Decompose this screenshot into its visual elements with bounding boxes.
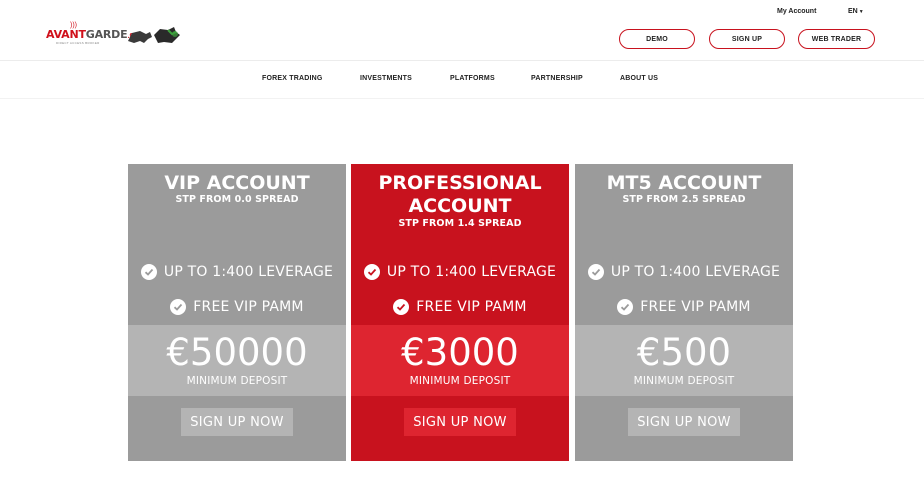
page: ))) AVANTGARDE.fx DIRECT ACCESS BROKER M… bbox=[0, 0, 924, 484]
feature-leverage: UP TO 1:400 LEVERAGE bbox=[351, 264, 569, 280]
vip-account-card: VIP ACCOUNT STP FROM 0.0 SPREAD UP TO 1:… bbox=[128, 164, 346, 461]
check-circle-icon bbox=[587, 264, 604, 280]
nav-item-investments[interactable]: INVESTMENTS bbox=[360, 75, 412, 82]
sign-up-button[interactable]: SIGN UP bbox=[709, 29, 785, 49]
price: €3000 bbox=[401, 331, 519, 374]
language-label: EN bbox=[848, 8, 858, 15]
feature-label: UP TO 1:400 LEVERAGE bbox=[386, 264, 557, 280]
my-account-link[interactable]: My Account bbox=[777, 8, 816, 15]
check-circle-icon bbox=[170, 299, 187, 315]
caret-down-icon: ▼ bbox=[858, 9, 864, 15]
sign-up-now-button[interactable]: SIGN UP NOW bbox=[181, 408, 293, 436]
mt5-account-card: MT5 ACCOUNT STP FROM 2.5 SPREAD UP TO 1:… bbox=[575, 164, 793, 461]
professional-account-card: PROFESSIONAL ACCOUNT STP FROM 1.4 SPREAD… bbox=[351, 164, 569, 461]
price-band: €50000 MINIMUM DEPOSIT bbox=[128, 325, 346, 396]
card-subtitle: STP FROM 2.5 SPREAD bbox=[622, 194, 746, 205]
bull-bear-icon bbox=[128, 27, 180, 43]
nav-item-forex-trading[interactable]: FOREX TRADING bbox=[262, 75, 323, 82]
nav-item-partnership[interactable]: PARTNERSHIP bbox=[531, 75, 583, 82]
feature-label: FREE VIP PAMM bbox=[193, 299, 304, 315]
nav-divider bbox=[0, 98, 924, 99]
sign-up-now-button[interactable]: SIGN UP NOW bbox=[628, 408, 740, 436]
sign-up-now-button[interactable]: SIGN UP NOW bbox=[404, 408, 516, 436]
check-circle-icon bbox=[363, 264, 380, 280]
minimum-deposit-label: MINIMUM DEPOSIT bbox=[186, 375, 288, 387]
nav-item-platforms[interactable]: PLATFORMS bbox=[450, 75, 495, 82]
feature-label: UP TO 1:400 LEVERAGE bbox=[610, 264, 781, 280]
price: €50000 bbox=[166, 331, 308, 374]
feature-label: FREE VIP PAMM bbox=[640, 299, 751, 315]
check-circle-icon bbox=[617, 299, 634, 315]
card-title: VIP ACCOUNT bbox=[164, 172, 310, 194]
card-title: MT5 ACCOUNT bbox=[606, 172, 762, 194]
feature-label: FREE VIP PAMM bbox=[416, 299, 527, 315]
card-subtitle: STP FROM 0.0 SPREAD bbox=[175, 194, 299, 205]
card-title-line2: ACCOUNT bbox=[408, 195, 512, 217]
feature-leverage: UP TO 1:400 LEVERAGE bbox=[128, 264, 346, 280]
logo-wordmark: AVANTGARDE.fx bbox=[46, 28, 136, 41]
feature-pamm: FREE VIP PAMM bbox=[575, 299, 793, 315]
price-band: €500 MINIMUM DEPOSIT bbox=[575, 325, 793, 396]
language-selector[interactable]: EN▼ bbox=[848, 8, 864, 15]
logo-tagline: DIRECT ACCESS BROKER bbox=[56, 41, 100, 45]
card-title-line1: PROFESSIONAL bbox=[378, 172, 542, 194]
logo[interactable]: ))) AVANTGARDE.fx DIRECT ACCESS BROKER bbox=[46, 22, 186, 52]
price: €500 bbox=[636, 331, 732, 374]
web-trader-button[interactable]: WEB TRADER bbox=[798, 29, 875, 49]
demo-button[interactable]: DEMO bbox=[619, 29, 695, 49]
feature-pamm: FREE VIP PAMM bbox=[351, 299, 569, 315]
card-subtitle: STP FROM 1.4 SPREAD bbox=[398, 218, 522, 229]
minimum-deposit-label: MINIMUM DEPOSIT bbox=[409, 375, 511, 387]
minimum-deposit-label: MINIMUM DEPOSIT bbox=[633, 375, 735, 387]
feature-pamm: FREE VIP PAMM bbox=[128, 299, 346, 315]
feature-leverage: UP TO 1:400 LEVERAGE bbox=[575, 264, 793, 280]
price-band: €3000 MINIMUM DEPOSIT bbox=[351, 325, 569, 396]
header-divider bbox=[0, 60, 924, 61]
check-circle-icon bbox=[393, 299, 410, 315]
main-nav: FOREX TRADING INVESTMENTS PLATFORMS PART… bbox=[0, 75, 924, 85]
check-circle-icon bbox=[140, 264, 157, 280]
feature-label: UP TO 1:400 LEVERAGE bbox=[163, 264, 334, 280]
nav-item-about-us[interactable]: ABOUT US bbox=[620, 75, 658, 82]
